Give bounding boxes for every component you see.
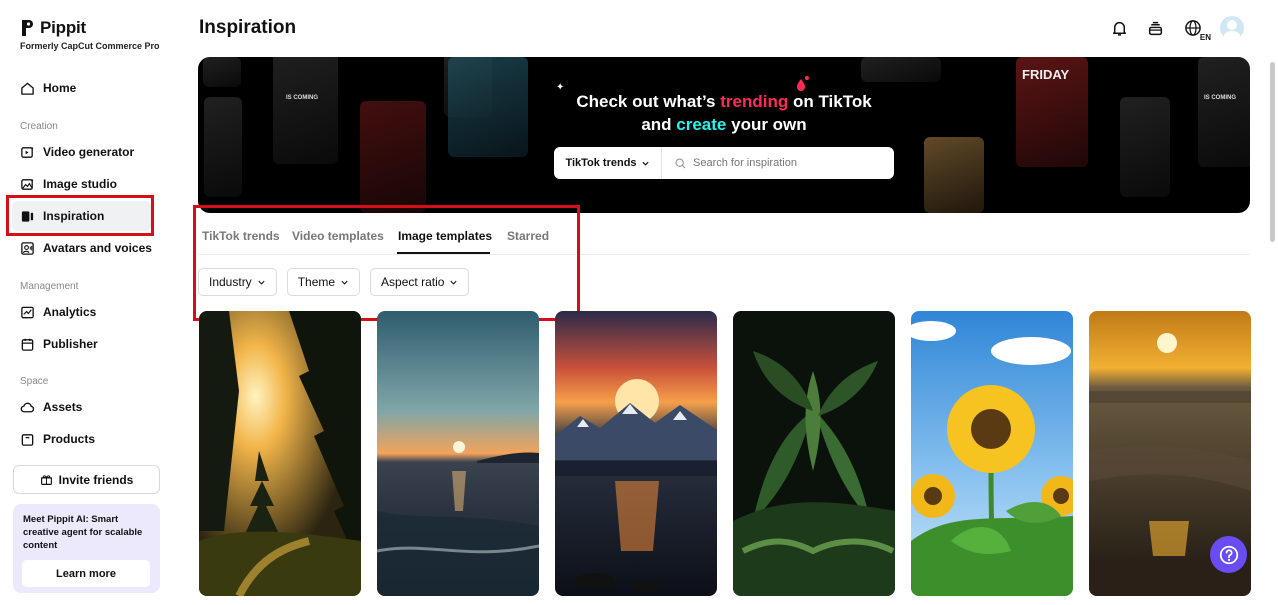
headline-text: your own xyxy=(726,115,807,134)
brand-name: Pippit xyxy=(40,18,87,37)
banner-decor-text: FRIDAY xyxy=(1022,67,1070,82)
promo-card: Meet Pippit AI: Smart creative agent for… xyxy=(13,504,160,593)
sidebar-item-video-generator[interactable]: Video generator xyxy=(20,142,134,162)
highlight-box-inspiration xyxy=(6,195,154,236)
invite-friends-button[interactable]: Invite friends xyxy=(13,465,160,494)
sidebar-item-label: Products xyxy=(43,432,96,446)
headline-text: on TikTok xyxy=(788,92,872,111)
headline-highlight-trending: trending xyxy=(720,92,789,111)
image-studio-icon xyxy=(21,178,34,190)
sidebar-item-label: Home xyxy=(43,81,77,95)
banner-decor-thumb xyxy=(203,57,241,87)
template-card-tropical-plants[interactable] xyxy=(733,311,895,596)
hero-banner: IS COMING FRIDAY IS COMING ✦ Check out w… xyxy=(198,57,1250,213)
sidebar-item-avatars-voices[interactable]: Avatars and voices xyxy=(20,238,152,258)
home-icon xyxy=(21,82,34,95)
banner-decor-thumb xyxy=(924,137,984,213)
banner-decor-thumb xyxy=(861,57,941,82)
headline-text: and xyxy=(641,115,677,134)
sidebar-item-assets[interactable]: Assets xyxy=(20,397,82,417)
search-source-dropdown[interactable]: TikTok trends xyxy=(554,147,662,179)
video-generator-icon xyxy=(21,146,34,158)
top-toolbar: EN xyxy=(1108,16,1244,42)
tropical-plants-image xyxy=(733,311,895,596)
product-box-icon xyxy=(21,433,34,446)
analytics-icon xyxy=(21,306,34,318)
sunflowers-image xyxy=(911,311,1073,596)
sidebar-item-home[interactable]: Home xyxy=(20,78,76,98)
search-source-label: TikTok trends xyxy=(565,157,637,169)
template-card-mountain-lake-sunset[interactable] xyxy=(555,311,717,596)
inbox-stack-icon[interactable] xyxy=(1144,17,1166,39)
help-question-icon xyxy=(1219,545,1238,564)
language-code: EN xyxy=(1199,33,1211,42)
section-label-space: Space xyxy=(20,376,49,387)
sidebar-item-label: Video generator xyxy=(43,145,135,159)
language-selector[interactable]: EN xyxy=(1180,17,1211,42)
sidebar-item-label: Publisher xyxy=(43,337,98,351)
calendar-icon xyxy=(21,338,34,351)
page-scrollbar[interactable] xyxy=(1270,62,1275,242)
sidebar-item-image-studio[interactable]: Image studio xyxy=(20,174,117,194)
cloud-icon xyxy=(20,402,35,412)
section-label-creation: Creation xyxy=(20,121,58,132)
sidebar-item-analytics[interactable]: Analytics xyxy=(20,302,96,322)
chevron-down-icon xyxy=(641,161,649,166)
sidebar-item-publisher[interactable]: Publisher xyxy=(20,334,98,354)
sidebar-item-label: Avatars and voices xyxy=(43,241,152,255)
section-label-management: Management xyxy=(20,281,79,292)
pippit-logo-icon xyxy=(22,20,33,36)
sidebar: Pippit Formerly CapCut Commerce Pro Home… xyxy=(0,0,172,605)
search-input[interactable] xyxy=(687,147,894,179)
mountain-lake-image xyxy=(555,311,717,596)
gift-icon xyxy=(40,475,52,485)
template-card-ocean-sunset[interactable] xyxy=(377,311,539,596)
help-button[interactable] xyxy=(1210,536,1247,573)
template-card-forest-sunset[interactable] xyxy=(199,311,361,596)
forest-sunset-image xyxy=(199,311,361,596)
learn-more-button[interactable]: Learn more xyxy=(22,560,150,587)
ocean-sunset-image xyxy=(377,311,539,596)
highlight-box-tabs-filters xyxy=(193,205,580,321)
headline-highlight-create: create xyxy=(676,115,727,134)
banner-headline: Check out what’s trending on TikTok and … xyxy=(198,90,1250,136)
sidebar-item-label: Analytics xyxy=(43,305,97,319)
promo-text: Meet Pippit AI: Smart creative agent for… xyxy=(23,514,143,551)
page-title: Inspiration xyxy=(199,17,297,38)
sidebar-item-label: Image studio xyxy=(43,177,118,191)
notification-bell-icon[interactable] xyxy=(1108,17,1130,39)
search-icon xyxy=(675,157,686,168)
sidebar-item-label: Assets xyxy=(43,400,83,414)
template-card-sunflowers[interactable] xyxy=(911,311,1073,596)
invite-friends-label: Invite friends xyxy=(58,472,134,487)
avatar-voice-icon xyxy=(21,241,34,255)
headline-text: Check out what’s xyxy=(576,92,721,111)
user-avatar[interactable] xyxy=(1220,16,1244,40)
sidebar-item-products[interactable]: Products xyxy=(20,429,95,449)
brand-logo[interactable]: Pippit xyxy=(20,18,86,38)
inspiration-search-bar: TikTok trends xyxy=(554,147,894,179)
brand-subtitle: Formerly CapCut Commerce Pro xyxy=(20,41,160,51)
